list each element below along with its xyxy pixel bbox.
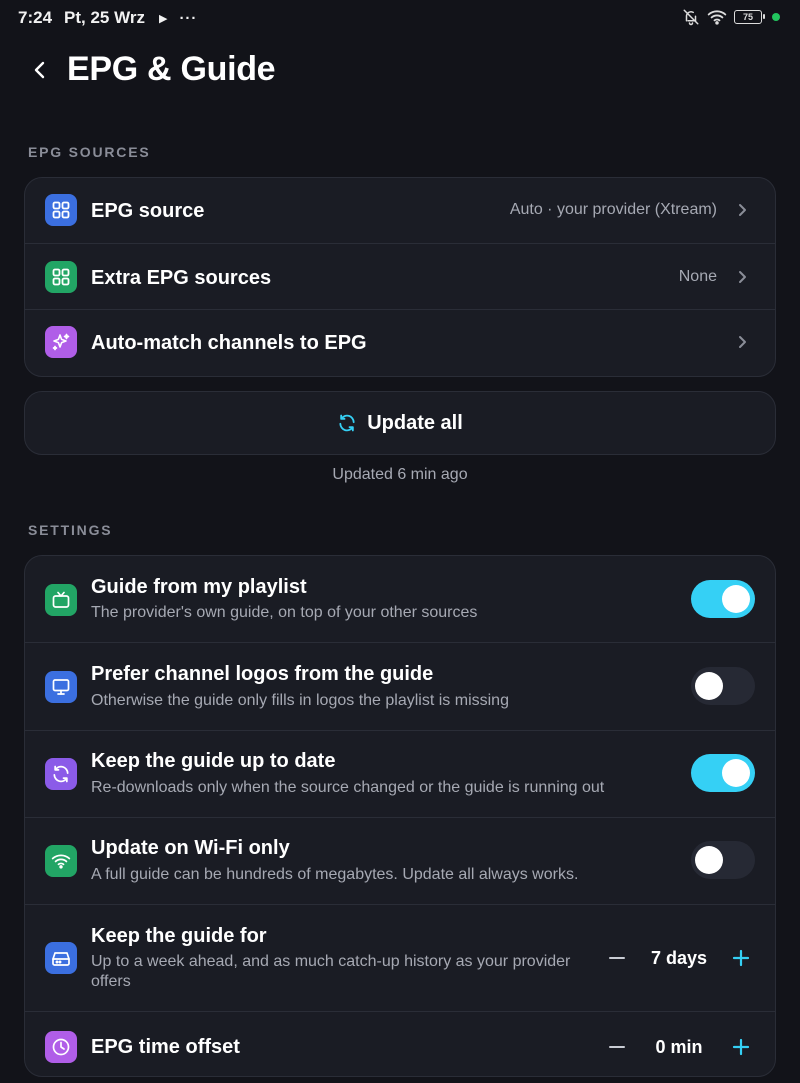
keep-guide-updated-row: Keep the guide up to date Re-downloads o… [25,731,775,818]
row-subtitle-line2: offers [91,973,131,990]
row-title: Keep the guide for [91,925,267,947]
last-updated-text: Updated 6 min ago [332,466,468,483]
wifi-icon [45,845,77,877]
epg-time-offset-stepper: 0 min [603,1033,755,1061]
auto-match-row[interactable]: Auto-match channels to EPG [25,310,775,376]
row-title: Prefer channel logos from the guide [91,663,434,685]
decrement-button[interactable] [603,1033,631,1061]
grid-icon [45,194,77,226]
battery-level: 75 [742,12,753,22]
section-label-settings: SETTINGS [28,522,113,538]
row-value: Auto · your provider (Xtream) [509,201,717,218]
sparkle-icon [45,326,77,358]
guide-from-playlist-row: Guide from my playlist The provider's ow… [25,556,775,643]
chevron-right-icon [739,204,746,216]
row-subtitle: The provider's own guide, on top of your… [91,604,478,621]
toggle-knob [722,585,750,613]
update-all-label: Update all [367,411,463,434]
toggle-knob [722,759,750,787]
row-value: None [678,268,717,285]
row-title: Extra EPG sources [91,267,272,289]
prefer-logos-toggle[interactable] [691,667,755,705]
toggle-knob [695,672,723,700]
keep-guide-for-stepper: 7 days [603,944,755,972]
increment-button[interactable] [727,944,755,972]
minus-icon [609,957,625,959]
tv-icon [45,584,77,616]
stepper-value: 0 min [655,1036,703,1057]
status-date: Pt, 25 Wrz [64,8,145,27]
indicator-dot [772,13,780,21]
clock-icon [45,1031,77,1063]
keep-guide-for-row: Keep the guide for Up to a week ahead, a… [25,905,775,1012]
wifi-status-icon [707,10,727,25]
minus-icon [609,1046,625,1048]
page-title: EPG & Guide [67,50,276,88]
section-label-epg-sources: EPG SOURCES [28,144,151,160]
row-title: Keep the guide up to date [91,750,336,772]
plus-icon [732,1038,750,1056]
more-notifications-icon: ··· [179,9,198,27]
increment-button[interactable] [727,1033,755,1061]
update-all-button[interactable]: Update all [24,391,776,455]
row-subtitle: Otherwise the guide only fills in logos … [91,692,509,709]
epg-time-offset-row: EPG time offset 0 min [25,1012,775,1076]
wifi-only-toggle[interactable] [691,841,755,879]
bell-muted-icon [683,9,699,26]
decrement-button[interactable] [603,944,631,972]
wifi-only-row: Update on Wi-Fi only A full guide can be… [25,818,775,905]
row-subtitle-line1: Up to a week ahead, and as much catch-up… [91,953,571,970]
epg-sources-card: EPG source Auto · your provider (Xtream)… [24,177,776,377]
monitor-icon [45,671,77,703]
chevron-right-icon [739,336,746,348]
play-icon: ▶ [158,12,168,25]
extra-epg-sources-row[interactable]: Extra EPG sources None [25,244,775,310]
storage-icon [45,942,77,974]
stepper-value: 7 days [650,947,708,968]
status-bar: 7:24 Pt, 25 Wrz ▶ ··· 75 [0,0,800,36]
row-title: EPG source [91,200,205,222]
plus-icon [732,949,750,967]
status-time: 7:24 [18,8,53,27]
keep-guide-updated-toggle[interactable] [691,754,755,792]
battery-icon: 75 [734,10,765,24]
prefer-logos-row: Prefer channel logos from the guide Othe… [25,643,775,731]
row-title: Update on Wi-Fi only [91,837,290,859]
epg-source-row[interactable]: EPG source Auto · your provider (Xtream) [25,178,775,244]
toggle-knob [695,846,723,874]
row-subtitle: Re-downloads only when the source change… [91,779,605,796]
row-subtitle: A full guide can be hundreds of megabyte… [91,866,579,883]
row-title: Guide from my playlist [91,576,307,598]
settings-card: Guide from my playlist The provider's ow… [24,555,776,1077]
header: EPG & Guide [0,44,800,100]
back-button[interactable] [26,56,54,84]
chevron-right-icon [739,271,746,283]
guide-from-playlist-toggle[interactable] [691,580,755,618]
row-title: EPG time offset [91,1036,240,1058]
row-title: Auto-match channels to EPG [91,332,367,354]
grid-icon [45,261,77,293]
refresh-icon [45,758,77,790]
refresh-icon [339,414,355,432]
chevron-left-icon [34,61,45,79]
